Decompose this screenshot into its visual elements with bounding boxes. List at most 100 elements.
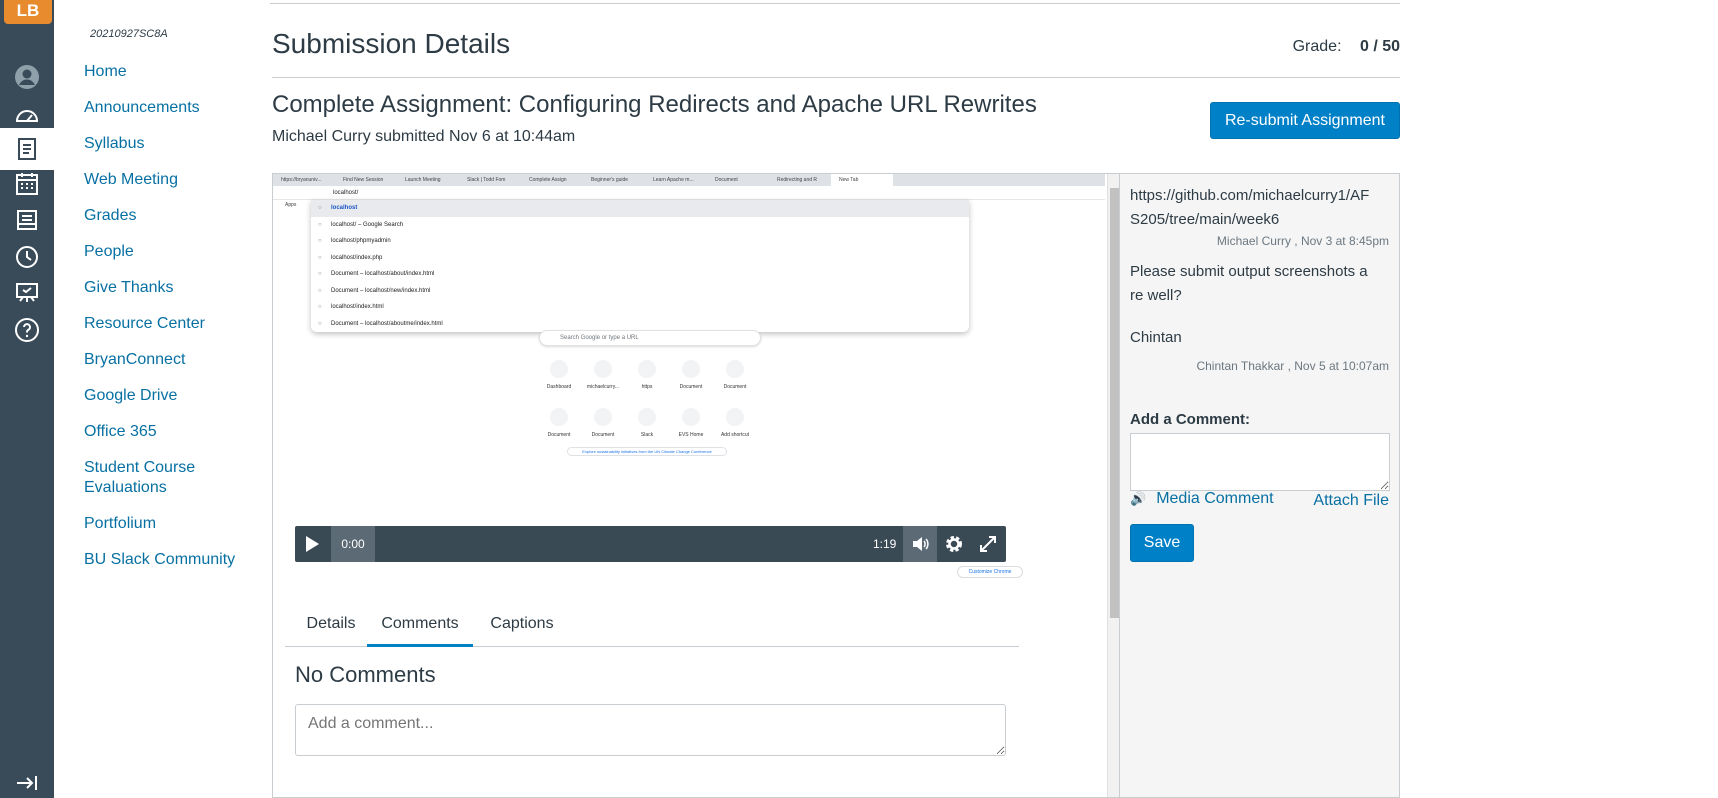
shortcut-icon [726,408,744,426]
user-icon [15,65,39,89]
browser-tab: Launch Meeting [405,177,441,183]
help-nav-button[interactable] [0,310,54,350]
shortcut-label: https [641,384,653,390]
speaker-icon: 🔊 [1130,491,1147,506]
course-nav-item-slack-community[interactable]: BU Slack Community [84,550,244,570]
side-comment-input[interactable] [1130,433,1390,491]
fullscreen-icon [980,536,996,552]
page-title: Submission Details [272,28,511,59]
browser-tab: Learn Apache m... [653,177,694,183]
suggestion-item: localhost [311,200,969,217]
suggestion-item: localhost/ – Google Search [311,217,969,234]
collapse-nav-button[interactable] [0,768,54,798]
submission-tabs: Details Comments Captions [285,601,1019,647]
course-nav-item-web-meeting[interactable]: Web Meeting [84,170,244,190]
course-nav-item-announcements[interactable]: Announcements [84,98,244,118]
assignment-title: Complete Assignment: Configuring Redirec… [272,91,1037,118]
shortcut-label: Document [679,384,703,390]
main-content: Submission Details Grade: 0 / 50 Complet… [270,0,1400,798]
account-nav-button[interactable] [0,57,54,97]
collapse-nav-icon [17,776,37,790]
address-suggestions: localhost localhost/ – Google Search loc… [311,200,969,332]
suggestion-item: Document – localhost/about/index.html [311,266,969,283]
suggestion-item: localhost/index.php [311,250,969,267]
help-icon [15,318,39,342]
institution-logo[interactable]: LB [4,0,52,24]
comment-text: Please submit output screenshots are wel… [1130,263,1368,304]
course-nav: 20210927SC8A Home Announcements Syllabus… [54,0,244,798]
course-nav-item-syllabus[interactable]: Syllabus [84,134,244,154]
course-nav-item-people[interactable]: People [84,242,244,262]
comment-meta: Michael Curry , Nov 3 at 8:45pm [1216,234,1389,248]
save-comment-button[interactable]: Save [1130,524,1194,562]
course-nav-item-portfolium[interactable]: Portfolium [84,514,244,534]
no-comments-heading: No Comments [295,662,436,687]
video-controls: 0:00 1:19 [295,526,1006,562]
shortcut-label: Dashboard [546,384,572,390]
play-button[interactable] [295,526,329,562]
shortcut-tile: Slack [625,408,669,438]
app-root: LB 20210927SC8A Home Announcements Sylla… [0,0,1718,798]
play-icon [306,536,319,552]
dashboard-icon [16,110,38,122]
shortcut-tile: Dashboard [537,360,581,390]
course-nav-item-give-thanks[interactable]: Give Thanks [84,278,244,298]
video-current-time: 0:00 [331,526,375,562]
course-nav-item-home[interactable]: Home [84,62,244,82]
shortcut-icon [638,408,656,426]
submission-preview: https://bryanuniv... Find New Session Laun… [272,173,1120,798]
course-nav-item-grades[interactable]: Grades [84,206,244,226]
history-icon [16,246,38,268]
tab-details[interactable]: Details [289,601,373,647]
video-duration: 1:19 [873,537,897,551]
history-nav-button[interactable] [0,237,54,277]
shortcut-icon [550,360,568,378]
tab-captions[interactable]: Captions [475,601,569,647]
fullscreen-button[interactable] [971,526,1005,562]
volume-button[interactable] [903,526,937,562]
shortcut-label: Add shortcut [720,432,750,438]
course-nav-item-bryanconnect[interactable]: BryanConnect [84,350,244,370]
shortcut-icon [550,408,568,426]
global-nav: LB [0,0,54,798]
shortcut-label: Document [547,432,571,438]
climate-banner: Explore sustainability initiatives from … [567,447,727,456]
media-comment-label: Media Comment [1156,490,1274,507]
browser-tab: Complete Assign [529,177,567,183]
resubmit-assignment-button[interactable]: Re-submit Assignment [1209,102,1400,139]
screenshot-browser: https://bryanuniv... Find New Session Laun… [273,174,1105,594]
shortcut-tile: Document [537,408,581,438]
calendar-icon [16,173,38,195]
suggestion-item: localhost/phpmyadmin [311,233,969,250]
course-nav-item-resource-center[interactable]: Resource Center [84,314,244,334]
top-divider [270,3,1400,4]
shortcut-label: Document [723,384,747,390]
comment-text: https://github.com/michaelcurry1/AFS205/… [1130,187,1370,228]
course-nav-list: Home Announcements Syllabus Web Meeting … [84,62,244,586]
course-nav-item-google-drive[interactable]: Google Drive [84,386,244,406]
browser-tab: Document [715,177,738,183]
comment-text: Chintan [1130,329,1182,346]
inbox-nav-button[interactable] [0,200,54,240]
comments-panel: https://github.com/michaelcurry1/AFS205/… [1120,173,1400,798]
preview-scrollbar[interactable] [1107,174,1119,797]
shortcut-label: michaelcurry... [586,384,620,390]
studio-nav-button[interactable] [0,273,54,313]
customize-chrome-button: Customize Chrome [957,566,1023,578]
add-comment-input[interactable] [295,704,1006,756]
course-code: 20210927SC8A [90,28,168,40]
scrollbar-thumb[interactable] [1110,188,1119,618]
settings-button[interactable] [937,526,971,562]
calendar-nav-button[interactable] [0,164,54,204]
tab-comments[interactable]: Comments [367,601,473,647]
browser-tab-strip: https://bryanuniv... Find New Session Laun… [273,174,1105,186]
course-nav-item-course-evaluations[interactable]: Student Course Evaluations [84,458,244,498]
media-comment-link[interactable]: 🔊 Media Comment [1130,490,1274,508]
browser-tab: Find New Session [343,177,384,183]
course-nav-item-office-365[interactable]: Office 365 [84,422,244,442]
shortcut-icon [682,408,700,426]
shortcut-tile: EVS Home [669,408,713,438]
shortcut-icon [682,360,700,378]
attach-file-link[interactable]: Attach File [1313,492,1389,510]
shortcut-icon [594,360,612,378]
